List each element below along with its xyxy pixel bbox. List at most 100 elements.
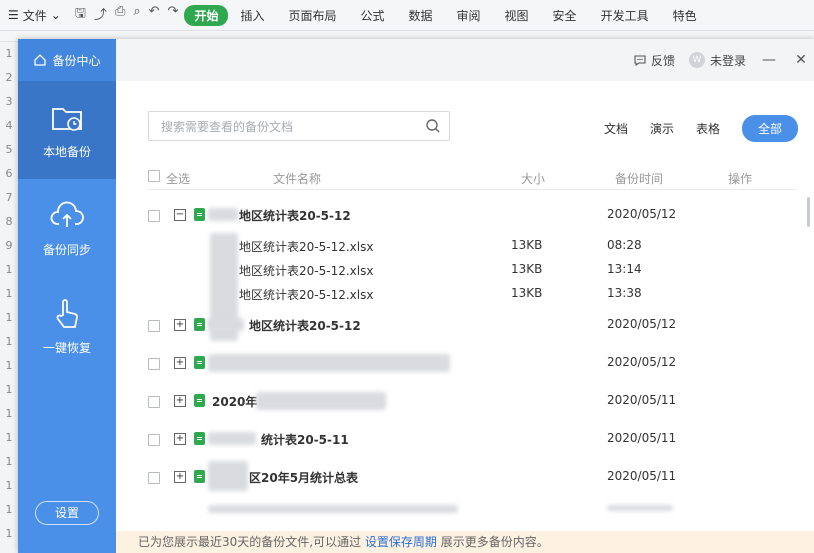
- row-number: 1: [5, 431, 13, 444]
- spreadsheet-icon: [194, 318, 205, 331]
- dialog-topbar: 反馈 W 未登录 — ✕: [116, 39, 814, 81]
- row-number: 1: [5, 455, 13, 468]
- row-number: 1: [5, 335, 13, 348]
- group-name: 地区统计表20-5-12: [249, 319, 361, 333]
- expand-icon[interactable]: +: [174, 395, 186, 407]
- login-button[interactable]: W 未登录: [688, 52, 746, 69]
- close-icon[interactable]: ✕: [792, 51, 810, 69]
- sidebar-item-label: 本地备份: [42, 144, 91, 159]
- feedback-label: 反馈: [650, 53, 675, 68]
- footer-text: 已为您展示最近30天的备份文件,可以通过: [138, 535, 362, 549]
- search-icon[interactable]: [425, 118, 441, 134]
- sidebar-item-local-backup[interactable]: 本地备份: [18, 81, 116, 179]
- column-header-size: 大小: [521, 172, 546, 186]
- file-name: 地区统计表20-5-12.xlsx: [239, 288, 374, 302]
- collapse-icon[interactable]: −: [174, 209, 186, 221]
- file-name: 地区统计表20-5-12.xlsx: [239, 240, 374, 254]
- row-checkbox[interactable]: [148, 210, 160, 222]
- row-number: 1: [5, 383, 13, 396]
- spreadsheet-icon: [194, 432, 205, 445]
- hamburger-icon: ☰: [8, 8, 19, 22]
- tab-formula[interactable]: 公式: [348, 7, 396, 24]
- redacted-text: [208, 505, 458, 513]
- group-name: 地区统计表20-5-12: [239, 209, 351, 223]
- row-number: 1: [5, 311, 13, 324]
- redacted-text: [208, 354, 450, 372]
- sidebar-item-one-click-restore[interactable]: 一键恢复: [18, 277, 116, 375]
- expand-icon[interactable]: +: [174, 357, 186, 369]
- row-number: 1: [5, 287, 13, 300]
- redacted-text: [208, 208, 238, 221]
- expand-icon[interactable]: +: [174, 471, 186, 483]
- minimize-icon[interactable]: —: [760, 51, 778, 69]
- sidebar-item-label: 一键恢复: [42, 340, 91, 355]
- avatar: W: [688, 52, 705, 68]
- app-ribbon: ☰ 文件 ⌄ 🖫 ⤴ ⎙ ⌕ ↶ ↷ 开始 插入 页面布局 公式 数据 审阅 视…: [0, 0, 814, 31]
- tab-start[interactable]: 开始: [184, 4, 229, 26]
- spreadsheet-icon: [194, 470, 205, 483]
- redacted-text: [208, 318, 244, 331]
- tab-review[interactable]: 审阅: [445, 7, 493, 24]
- expand-icon[interactable]: +: [174, 319, 186, 331]
- tab-data[interactable]: 数据: [397, 7, 445, 24]
- filter-presentations[interactable]: 演示: [650, 120, 674, 137]
- backup-time: 13:14: [607, 262, 642, 276]
- row-number: 1: [5, 479, 13, 492]
- save-icon[interactable]: 🖫: [75, 4, 86, 26]
- row-number: 1: [5, 407, 13, 420]
- row-checkbox[interactable]: [148, 396, 160, 408]
- row-checkbox[interactable]: [148, 472, 160, 484]
- group-date: 2020/05/12: [607, 355, 677, 369]
- print-icon[interactable]: ⎙: [115, 4, 125, 26]
- tab-features[interactable]: 特色: [661, 7, 709, 24]
- tab-developer[interactable]: 开发工具: [589, 7, 661, 24]
- expand-icon[interactable]: +: [174, 433, 186, 445]
- scrollbar-thumb[interactable]: [807, 197, 810, 227]
- row-number: 9: [5, 239, 13, 252]
- search-input[interactable]: [149, 112, 423, 142]
- settings-button[interactable]: 设置: [35, 501, 99, 525]
- file-size: 13KB: [511, 286, 543, 300]
- set-retention-period-link[interactable]: 设置保存周期: [365, 535, 437, 549]
- select-all-label: 全选: [166, 172, 191, 186]
- redo-icon[interactable]: ↷: [168, 4, 179, 26]
- row-number: 1: [5, 359, 13, 372]
- select-all-checkbox[interactable]: [148, 170, 160, 182]
- row-number: 1: [5, 503, 13, 516]
- filter-documents[interactable]: 文档: [604, 120, 628, 137]
- row-checkbox[interactable]: [148, 434, 160, 446]
- folder-clock-icon: [52, 107, 82, 131]
- spreadsheet-icon: [194, 394, 205, 407]
- tab-security[interactable]: 安全: [541, 7, 589, 24]
- chat-bubble-icon: [634, 55, 646, 67]
- footer-text-end: 展示更多备份内容。: [440, 535, 549, 549]
- group-date: 2020/05/11: [607, 469, 677, 483]
- preview-icon[interactable]: ⌕: [133, 4, 140, 26]
- file-menu[interactable]: ☰ 文件 ⌄: [0, 7, 69, 24]
- redacted-text: [208, 432, 256, 445]
- filter-spreadsheets[interactable]: 表格: [696, 120, 720, 137]
- group-date: 2020/05/11: [607, 431, 677, 445]
- row-checkbox[interactable]: [148, 320, 160, 332]
- feedback-button[interactable]: 反馈: [633, 52, 675, 69]
- row-checkbox[interactable]: [148, 358, 160, 370]
- row-number: 6: [5, 167, 13, 180]
- undo-icon[interactable]: ↶: [149, 4, 160, 26]
- sidebar-item-backup-sync[interactable]: 备份同步: [18, 179, 116, 277]
- group-date: 2020/05/12: [607, 207, 677, 221]
- share-icon[interactable]: ⤴: [94, 4, 107, 26]
- group-name: 统计表20-5-11: [261, 433, 349, 447]
- tab-view[interactable]: 视图: [493, 7, 541, 24]
- search-box: [148, 111, 450, 142]
- chevron-down-icon: ⌄: [50, 8, 61, 22]
- filter-all[interactable]: 全部: [741, 115, 798, 142]
- column-header-action: 操作: [728, 172, 753, 186]
- tab-page-layout[interactable]: 页面布局: [276, 7, 348, 24]
- group-name: 区20年5月统计总表: [249, 471, 359, 485]
- login-label: 未登录: [709, 53, 746, 68]
- file-menu-label: 文件: [22, 8, 47, 23]
- tab-insert[interactable]: 插入: [228, 7, 276, 24]
- cloud-upload-icon: [50, 201, 84, 227]
- group-name: 2020年: [212, 395, 258, 409]
- redacted-text: [256, 392, 386, 410]
